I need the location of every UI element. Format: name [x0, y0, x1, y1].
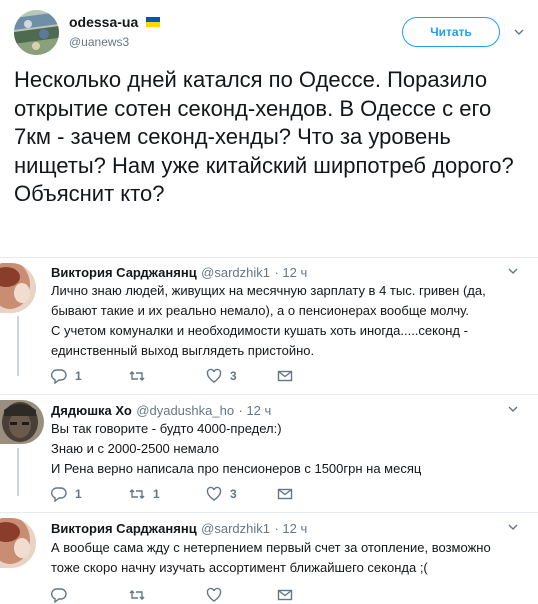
divider [0, 394, 538, 395]
retweet-icon [129, 489, 145, 499]
reply-button[interactable]: 1 [51, 368, 82, 384]
reply-icon [51, 588, 67, 603]
retweet-button[interactable] [129, 587, 153, 603]
tweet-text: Несколько дней катался по Одессе. Порази… [14, 67, 514, 206]
reply-text-line: тоже скоро начну изучать ассортимент бли… [51, 560, 428, 575]
reply-text-line: С учетом комуналки и необходимости кушат… [51, 323, 468, 338]
reply-icon [51, 487, 67, 502]
reply-header: Виктория Сарджанянц @sardzhik1 · 12 ч [51, 520, 307, 538]
retweet-icon [129, 371, 145, 381]
reply-author-handle[interactable]: @sardzhik1 [201, 521, 270, 536]
retweet-button[interactable]: 1 [129, 486, 160, 502]
reply-button[interactable] [51, 587, 75, 603]
reply-text-line: Знаю и с 2000-2500 немало [51, 441, 219, 456]
thread-line [17, 316, 19, 376]
reply-actions [51, 587, 311, 603]
author-handle[interactable]: @uanews3 [69, 35, 129, 49]
like-button[interactable]: 3 [206, 368, 237, 384]
reply-text: Лично знаю людей, живущих на месячную за… [51, 281, 531, 361]
reply-author-name[interactable]: Виктория Сарджанянц [51, 265, 197, 280]
reply-avatar[interactable] [0, 400, 44, 444]
reply-count: 1 [75, 487, 82, 501]
chevron-down-icon[interactable] [514, 29, 524, 35]
reply-button[interactable]: 1 [51, 486, 82, 502]
reply-icon [51, 369, 67, 384]
dm-button[interactable] [277, 587, 301, 603]
author-avatar[interactable] [14, 10, 59, 55]
like-count: 3 [230, 369, 237, 383]
reply-text-line: Лично знаю людей, живущих на месячную за… [51, 283, 486, 298]
reply-time[interactable]: · 12 ч [239, 403, 272, 418]
reply-author-handle[interactable]: @dyadushka_ho [136, 403, 234, 418]
chevron-down-icon[interactable] [508, 268, 518, 274]
reply-text-line: Вы так говорите - будто 4000-предел:) [51, 421, 282, 436]
heart-icon [206, 486, 222, 501]
reply-text: А вообще сама жду с нетерпением первый с… [51, 538, 531, 578]
reply-text-line: А вообще сама жду с нетерпением первый с… [51, 540, 491, 555]
envelope-icon [277, 589, 293, 601]
chevron-down-icon[interactable] [508, 524, 518, 530]
retweet-button[interactable] [129, 368, 153, 384]
thread-line [17, 448, 19, 496]
reply-text-line: бывают такие и их реально немало), а о п… [51, 303, 469, 318]
reply-header: Дядюшка Хо @dyadushka_ho · 12 ч [51, 402, 271, 420]
reply-text-line: единственный выход выглядеть пристойно. [51, 343, 315, 358]
dm-button[interactable] [277, 368, 301, 384]
author-display-name[interactable]: odessa-ua [69, 14, 138, 30]
author-name-row[interactable]: odessa-ua [69, 14, 160, 32]
reply-actions: 1 1 3 [51, 486, 311, 504]
envelope-icon [277, 488, 293, 500]
like-button[interactable] [206, 587, 230, 603]
reply-avatar[interactable] [0, 518, 36, 568]
dm-button[interactable] [277, 486, 301, 502]
retweet-icon [129, 590, 145, 600]
reply-author-handle[interactable]: @sardzhik1 [201, 265, 270, 280]
reply-count: 1 [75, 369, 82, 383]
retweet-count: 1 [153, 487, 160, 501]
reply-author-name[interactable]: Виктория Сарджанянц [51, 521, 197, 536]
like-count: 3 [230, 487, 237, 501]
reply-actions: 1 3 [51, 368, 311, 386]
reply-author-name[interactable]: Дядюшка Хо [51, 403, 132, 418]
chevron-down-icon[interactable] [508, 406, 518, 412]
reply-text: Вы так говорите - будто 4000-предел:) Зн… [51, 419, 531, 479]
envelope-icon [277, 370, 293, 382]
ukraine-flag-icon [145, 17, 160, 27]
heart-icon [206, 587, 222, 602]
divider [0, 257, 538, 258]
reply-text-line: И Рена верно написала про пенсионеров с … [51, 461, 422, 476]
heart-icon [206, 368, 222, 383]
follow-button[interactable]: Читать [402, 17, 500, 47]
reply-avatar[interactable] [0, 263, 36, 313]
reply-time[interactable]: · 12 ч [274, 521, 307, 536]
like-button[interactable]: 3 [206, 486, 237, 502]
divider [0, 512, 538, 513]
reply-header: Виктория Сарджанянц @sardzhik1 · 12 ч [51, 264, 307, 282]
reply-time[interactable]: · 12 ч [274, 265, 307, 280]
